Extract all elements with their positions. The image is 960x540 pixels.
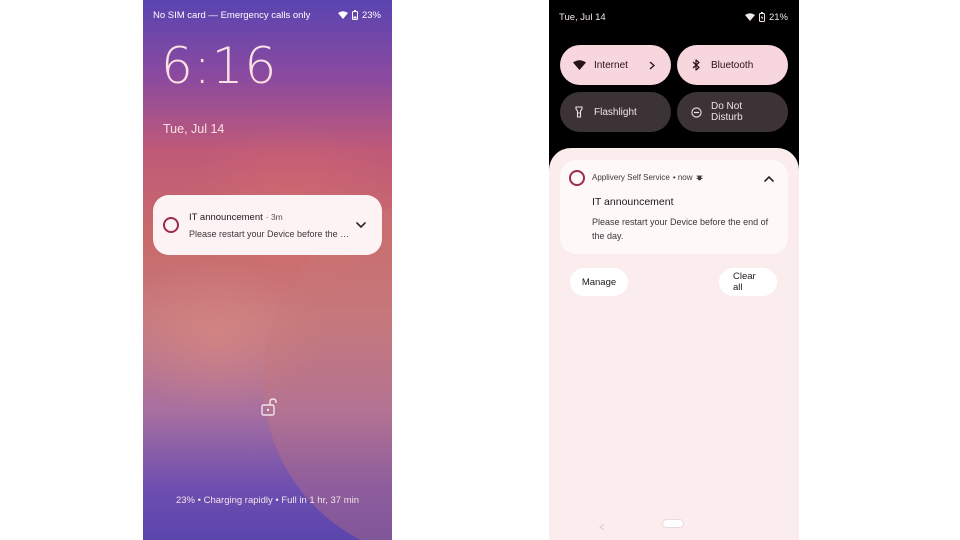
lock-notification-time: · 3m [265, 212, 283, 222]
lock-date: Tue, Jul 14 [163, 122, 225, 136]
tile-flashlight[interactable]: Flashlight [560, 92, 671, 132]
bug-icon [696, 175, 703, 181]
carrier-text: No SIM card — Emergency calls only [153, 9, 311, 21]
unlock-icon [261, 398, 277, 416]
battery-charging-icon [758, 12, 765, 22]
nav-back-button[interactable] [599, 518, 605, 536]
notification-app-name: Applivery Self Service [592, 173, 670, 182]
shade-notification-title: IT announcement [592, 196, 674, 208]
expand-button[interactable] [352, 216, 370, 234]
lock-status-bar: No SIM card — Emergency calls only 23% [153, 8, 381, 22]
chevron-down-icon [356, 221, 366, 228]
chevron-up-icon [764, 175, 774, 182]
app-ring-icon [163, 217, 179, 233]
tile-flashlight-label: Flashlight [594, 106, 637, 118]
tile-do-not-disturb[interactable]: Do Not Disturb [677, 92, 788, 132]
lock-notification-title: IT announcement [189, 211, 263, 223]
lock-clock: 6:16 [161, 37, 278, 95]
tile-bluetooth-label: Bluetooth [711, 59, 754, 71]
app-ring-icon [569, 170, 585, 186]
lock-notification-card[interactable]: IT announcement · 3m Please restart your… [153, 195, 382, 255]
home-handle[interactable] [663, 520, 683, 527]
bluetooth-icon [692, 59, 700, 71]
shade-date: Tue, Jul 14 [559, 11, 606, 23]
charging-status: 23% • Charging rapidly • Full in 1 hr, 3… [175, 495, 360, 506]
battery-icon [351, 10, 358, 20]
wifi-icon [337, 11, 348, 19]
battery-percent: 23% [361, 9, 381, 21]
do-not-disturb-icon [690, 106, 702, 118]
tile-bluetooth[interactable]: Bluetooth [677, 45, 788, 85]
clear-all-button[interactable]: Clear all [719, 268, 777, 296]
shade-notification-body: Please restart your Device before the en… [592, 217, 769, 241]
tile-internet-label: Internet [594, 59, 628, 71]
notification-panel: Applivery Self Service • now IT announce… [549, 148, 799, 540]
tile-dnd-label: Do Not Disturb [711, 101, 743, 123]
notification-shade: Tue, Jul 14 21% Internet Bluetooth Flash… [549, 0, 799, 540]
chevron-right-icon [649, 61, 655, 69]
manage-button[interactable]: Manage [570, 268, 628, 296]
wifi-icon [572, 60, 586, 70]
shade-battery-percent: 21% [768, 11, 788, 23]
notification-time: • now [672, 173, 693, 182]
tile-internet[interactable]: Internet [560, 45, 671, 85]
back-arrow-icon [599, 523, 605, 531]
lock-screen: No SIM card — Emergency calls only 23% 6… [143, 0, 392, 540]
shade-status-bar: Tue, Jul 14 21% [559, 10, 788, 24]
collapse-button[interactable] [760, 169, 778, 187]
wifi-icon [744, 13, 755, 21]
flashlight-icon [575, 106, 583, 118]
shade-notification-card[interactable]: Applivery Self Service • now IT announce… [560, 160, 788, 254]
lock-notification-body: Please restart your Device before the en… [189, 228, 352, 239]
unlock-button[interactable] [260, 397, 278, 417]
